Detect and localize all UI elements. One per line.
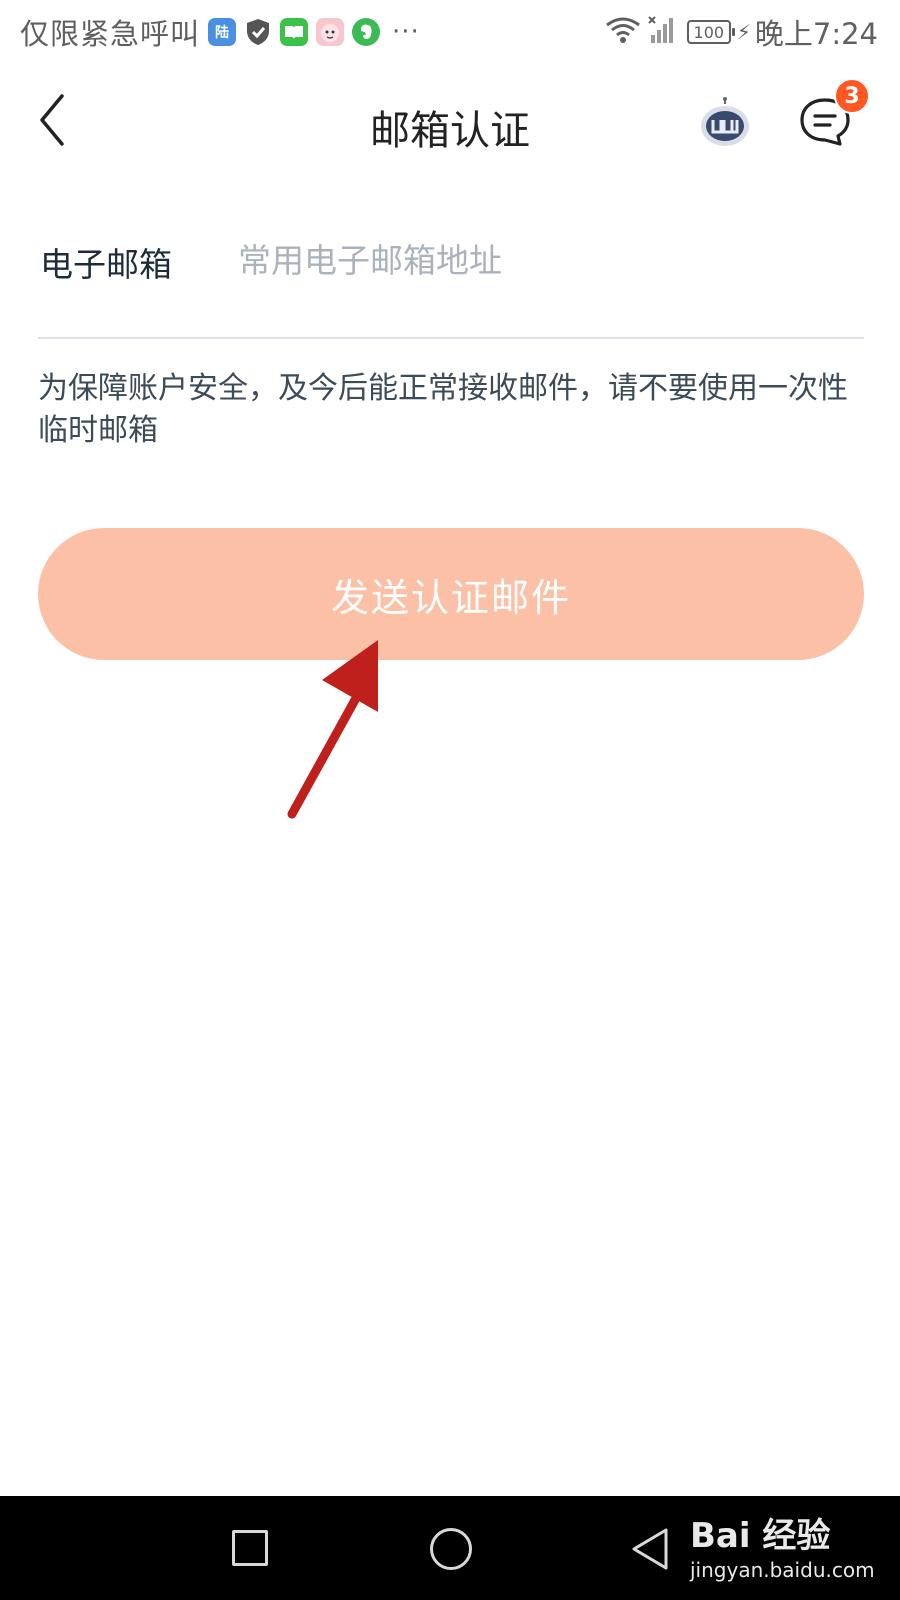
- watermark-url: jingyan.baidu.com: [690, 1558, 875, 1582]
- evernote-icon: [352, 18, 381, 46]
- watermark-main: Bai 经验: [690, 1516, 831, 1556]
- book-app-icon: [280, 18, 309, 46]
- more-notifications: ···: [392, 17, 420, 47]
- lu-app-icon: 陆: [208, 18, 237, 46]
- header: 邮箱认证 3: [0, 70, 900, 180]
- wifi-icon: [605, 16, 641, 48]
- nav-recent-icon[interactable]: [232, 1530, 268, 1566]
- battery-icon: 100: [686, 20, 735, 44]
- robot-icon: [701, 97, 749, 146]
- email-input[interactable]: [238, 232, 858, 288]
- battery-level: 100: [693, 22, 725, 42]
- charging-icon: ⚡: [736, 20, 751, 44]
- assistant-button[interactable]: [698, 96, 752, 150]
- send-verification-email-button[interactable]: 发送认证邮件: [38, 528, 864, 660]
- page-title: 邮箱认证: [370, 108, 530, 154]
- annotation-arrow: [287, 640, 378, 819]
- nav-back-icon[interactable]: [630, 1526, 670, 1572]
- signal-icon: [647, 15, 677, 49]
- status-bar: 仅限紧急呼叫 陆 ··· 100 ⚡ 晚上7:24: [0, 0, 900, 62]
- shield-icon: [244, 18, 272, 46]
- email-divider: [38, 337, 864, 339]
- lu-app-badge-text: 陆: [215, 25, 230, 41]
- email-row: 电子邮箱: [38, 232, 864, 332]
- clock: 晚上7:24: [754, 17, 878, 51]
- carrier-text: 仅限紧急呼叫: [20, 17, 201, 51]
- nav-home-icon[interactable]: [430, 1528, 472, 1570]
- message-count-badge: 3: [834, 78, 870, 114]
- baidu-jingyan-watermark: Bai 经验 jingyan.baidu.com: [690, 1506, 890, 1596]
- email-label: 电子邮箱: [40, 245, 172, 284]
- cartoon-app-icon: [316, 18, 345, 46]
- security-notice: 为保障账户安全，及今后能正常接收邮件，请不要使用一次性临时邮箱: [38, 371, 848, 448]
